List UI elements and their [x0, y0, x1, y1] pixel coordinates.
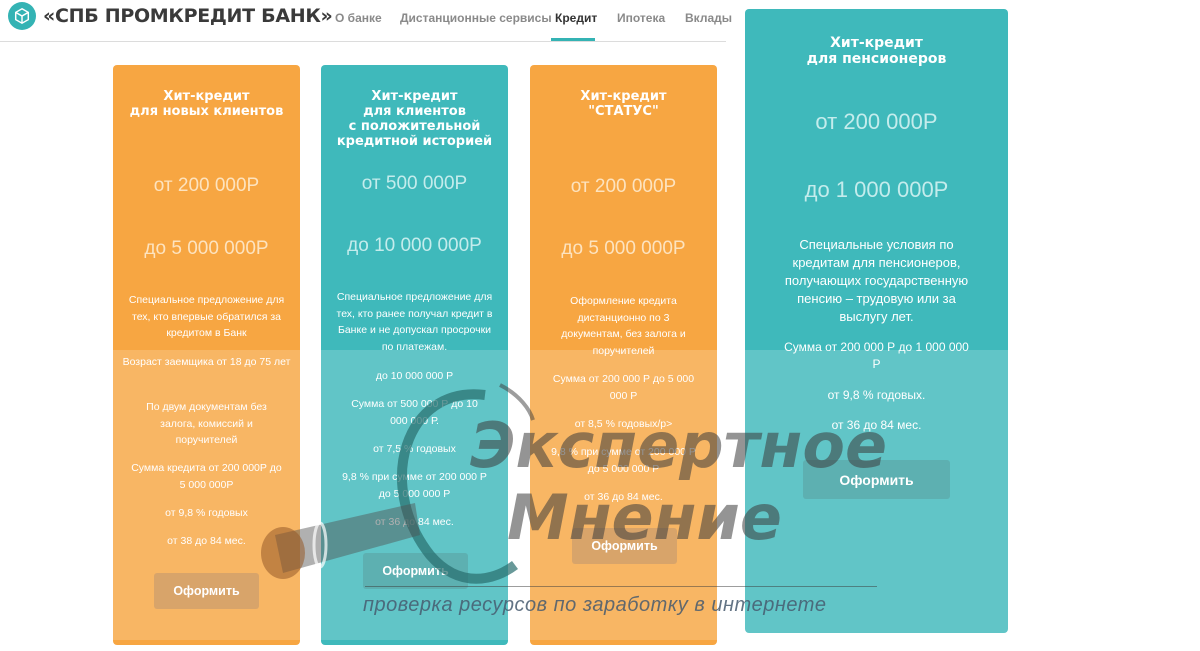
credit-card-status: Хит-кредит "СТАТУС" от 200 000Р до 5 000…: [530, 65, 717, 645]
card-description: Специальные условия по кредитам для пенс…: [784, 237, 969, 324]
watermark-line1: Экспертное: [470, 409, 888, 482]
card-title: Хит-кредит "СТАТУС": [580, 89, 667, 119]
nav-mortgage[interactable]: Ипотека: [617, 11, 665, 25]
amount-to: до 5 000 000Р: [144, 238, 269, 259]
watermark-subtitle: проверка ресурсов по заработку в интерне…: [363, 594, 827, 616]
amount-from: от 500 000Р: [361, 173, 468, 194]
amount-from: от 200 000Р: [570, 176, 677, 197]
card-description: Специальное предложение для тех, кто впе…: [128, 294, 285, 339]
nav-about[interactable]: О банке: [335, 11, 382, 25]
logo-icon[interactable]: [8, 2, 36, 30]
amount-to: до 1 000 000Р: [804, 177, 949, 202]
condition-amount: Сумма от 200 000 Р до 5 000 000 Р: [552, 373, 695, 402]
condition-amount: Сумма от 200 000 Р до 1 000 000 Р: [784, 340, 969, 371]
amount-to: до 5 000 000Р: [561, 238, 686, 259]
condition-rate: от 9,8 % годовых.: [827, 388, 926, 402]
amount-from: от 200 000Р: [815, 109, 938, 134]
nav-credit[interactable]: Кредит: [555, 11, 597, 25]
watermark-underline: [365, 586, 877, 587]
bank-brand[interactable]: «СПБ ПРОМКРЕДИТ БАНК»: [43, 5, 333, 27]
apply-button[interactable]: Оформить: [154, 573, 259, 609]
header-divider: [0, 41, 726, 42]
card-title: Хит-кредит для новых клиентов: [129, 89, 284, 119]
card-title: Хит-кредит для клиентов с положительной …: [336, 89, 493, 149]
watermark-line2: Мнение: [507, 481, 782, 554]
credit-card-pensioners: Хит-кредит для пенсионеров от 200 000Р д…: [745, 9, 1008, 633]
amount-to: до 10 000 000Р: [347, 235, 482, 256]
nav-deposits[interactable]: Вклады: [685, 11, 732, 25]
card-description: Специальное предложение для тех, кто ран…: [336, 291, 493, 353]
card-title: Хит-кредит для пенсионеров: [806, 35, 947, 67]
condition-age: Возраст заемщика от 18 до 75 лет: [122, 356, 291, 368]
nav-remote-services[interactable]: Дистанционные сервисы: [400, 11, 552, 25]
amount-from: от 200 000Р: [153, 175, 260, 196]
card-description: Оформление кредита дистанционно по 3 док…: [561, 295, 686, 357]
